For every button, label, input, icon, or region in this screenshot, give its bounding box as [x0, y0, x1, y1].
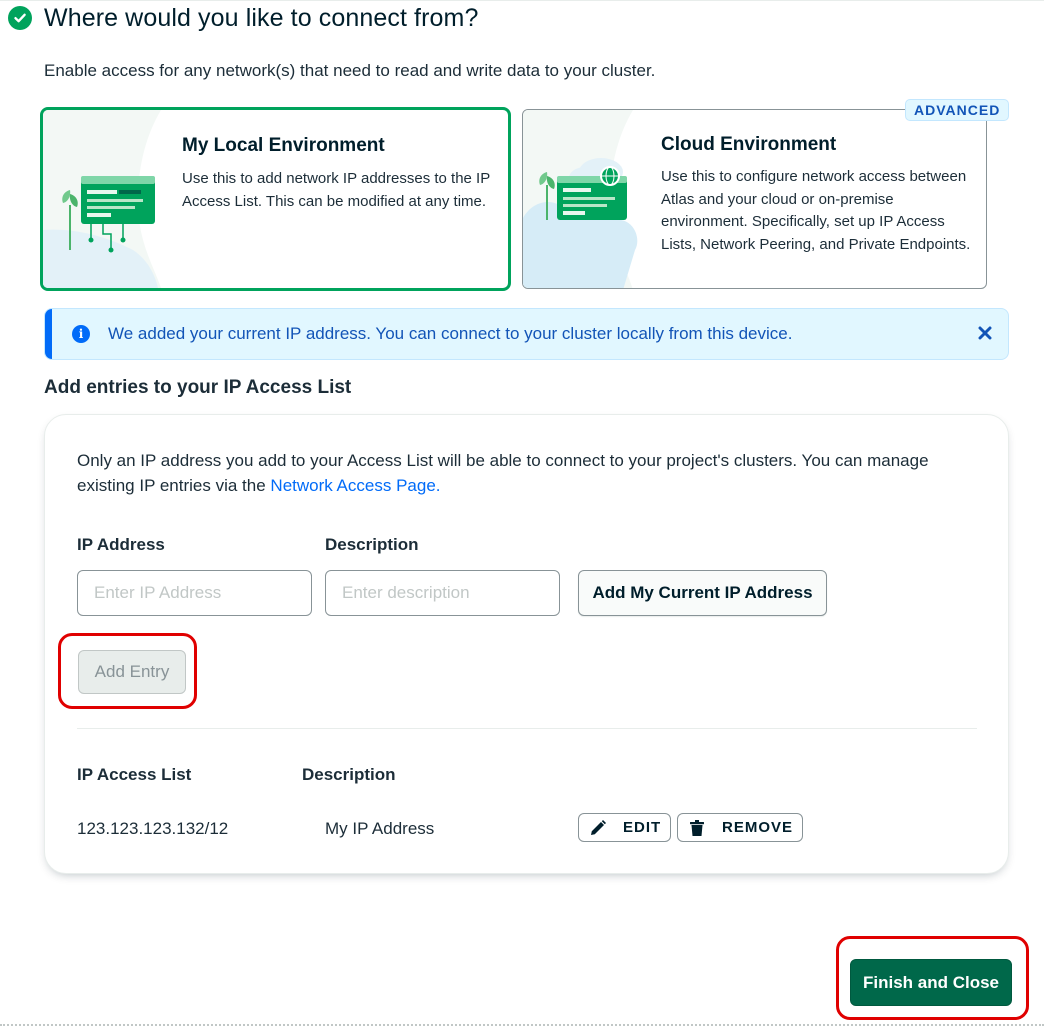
advanced-badge: ADVANCED — [905, 99, 1010, 121]
local-environment-title: My Local Environment — [182, 135, 385, 156]
ip-address-label: IP Address — [77, 535, 165, 554]
check-circle-icon — [8, 6, 32, 30]
finish-and-close-button[interactable]: Finish and Close — [850, 959, 1012, 1006]
network-access-page-link[interactable]: Network Access Page. — [270, 476, 440, 495]
edit-entry-button[interactable]: EDIT — [578, 813, 671, 842]
ip-access-description-text: Only an IP address you add to your Acces… — [77, 451, 929, 495]
intro-text: Enable access for any network(s) that ne… — [44, 61, 656, 80]
remove-label: REMOVE — [722, 819, 794, 836]
add-current-ip-button[interactable]: Add My Current IP Address — [578, 570, 827, 616]
ip-entry-description: My IP Address — [325, 819, 435, 838]
cloud-environment-title: Cloud Environment — [661, 134, 837, 155]
trash-icon — [688, 818, 706, 838]
description-column-header: Description — [302, 765, 396, 784]
edit-label: EDIT — [623, 819, 662, 836]
cloud-environment-illustration — [523, 110, 638, 288]
section-header: Where would you like to connect from? — [8, 3, 478, 33]
cloud-environment-card[interactable]: Cloud Environment Use this to configure … — [522, 109, 987, 289]
close-icon[interactable] — [975, 323, 995, 343]
banner-text: We added your current IP address. You ca… — [108, 324, 793, 343]
bottom-divider — [0, 1024, 1044, 1026]
ip-access-section-title: Add entries to your IP Access List — [44, 377, 352, 398]
ip-access-list-header: IP Access List — [77, 765, 192, 784]
add-entry-button[interactable]: Add Entry — [78, 650, 186, 694]
ip-address-input[interactable] — [77, 570, 312, 616]
section-divider — [77, 728, 977, 729]
ip-access-description: Only an IP address you add to your Acces… — [77, 448, 987, 498]
local-environment-description: Use this to add network IP addresses to … — [182, 170, 490, 210]
ip-entry-address: 123.123.123.132/12 — [77, 819, 229, 838]
description-label: Description — [325, 535, 419, 554]
remove-entry-button[interactable]: REMOVE — [677, 813, 803, 842]
page-title: Where would you like to connect from? — [44, 3, 479, 32]
cloud-environment-description: Use this to configure network access bet… — [661, 168, 971, 253]
local-environment-card[interactable]: My Local Environment Use this to add net… — [40, 107, 511, 291]
ip-access-card: Only an IP address you add to your Acces… — [44, 414, 1009, 874]
description-input[interactable] — [325, 570, 560, 616]
banner-accent-bar — [45, 309, 52, 359]
top-border — [0, 0, 1044, 2]
local-environment-illustration — [43, 110, 161, 288]
info-icon: i — [72, 325, 90, 343]
pencil-icon — [589, 818, 607, 838]
info-banner: i We added your current IP address. You … — [44, 308, 1009, 360]
